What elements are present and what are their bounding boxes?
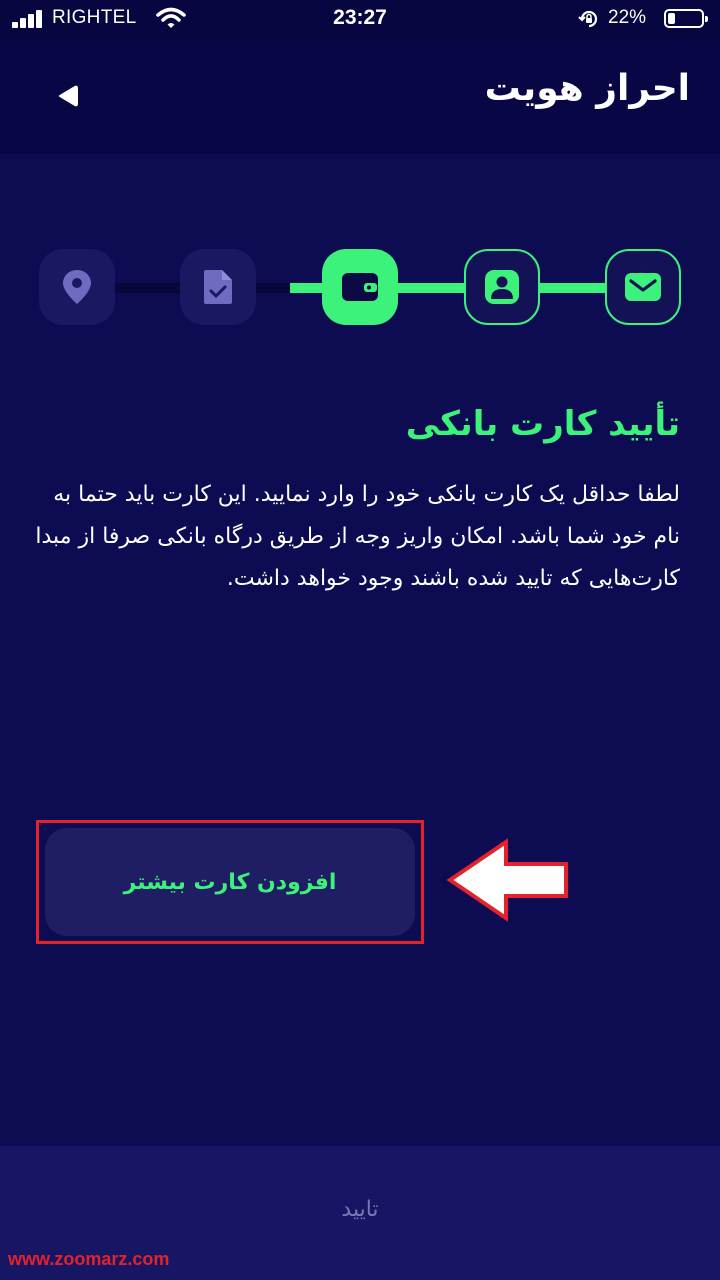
- step-identity[interactable]: [464, 249, 540, 325]
- step-documents[interactable]: [180, 249, 256, 325]
- step-location[interactable]: [39, 249, 115, 325]
- verification-stepper: [0, 248, 720, 328]
- back-button[interactable]: [48, 76, 88, 116]
- section-description: لطفا حداقل یک کارت بانکی خود را وارد نما…: [35, 482, 680, 591]
- add-card-button[interactable]: افزودن کارت بیشتر: [45, 828, 415, 936]
- back-arrow-icon: [59, 85, 78, 107]
- step-email[interactable]: [605, 249, 681, 325]
- document-check-icon: [204, 270, 232, 304]
- app-header: احراز هویت: [0, 38, 720, 154]
- watermark-text: www.zoomarz.com: [8, 1249, 170, 1269]
- pointer-arrow-icon: [446, 838, 568, 922]
- profile-icon: [485, 270, 519, 304]
- wallet-icon: [342, 273, 378, 301]
- section-title: تأیید کارت بانکی: [405, 404, 680, 444]
- battery-level: [668, 13, 676, 24]
- status-bar: RIGHTEL 23:27 22%: [0, 0, 720, 38]
- rotation-lock-icon: [578, 10, 598, 28]
- step-bank-card[interactable]: [322, 249, 398, 325]
- highlight-frame: افزودن کارت بیشتر: [36, 820, 424, 944]
- email-icon: [625, 273, 661, 301]
- location-icon: [63, 270, 91, 304]
- battery-icon: [664, 9, 708, 28]
- page-title: احراز هویت: [484, 68, 690, 109]
- battery-percent: 22%: [608, 7, 647, 28]
